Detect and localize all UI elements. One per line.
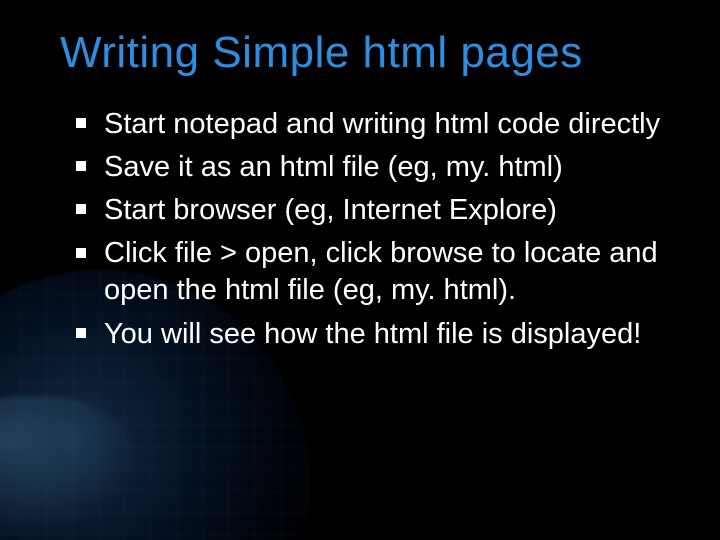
slide-title: Writing Simple html pages [0, 0, 720, 88]
list-item: Start browser (eg, Internet Explore) [70, 192, 664, 229]
list-item: Start notepad and writing html code dire… [70, 106, 664, 143]
list-item: Click file > open, click browse to locat… [70, 235, 664, 309]
bullet-text: You will see how the html file is displa… [104, 318, 641, 350]
slide-body: Start notepad and writing html code dire… [0, 88, 720, 353]
list-item: Save it as an html file (eg, my. html) [70, 149, 664, 186]
bullet-text: Click file > open, click browse to locat… [104, 237, 658, 306]
list-item: You will see how the html file is displa… [70, 316, 664, 353]
slide: Writing Simple html pages Start notepad … [0, 0, 720, 540]
bullet-list: Start notepad and writing html code dire… [70, 106, 664, 353]
bullet-text: Save it as an html file (eg, my. html) [104, 151, 563, 183]
bullet-text: Start notepad and writing html code dire… [104, 108, 660, 140]
bullet-text: Start browser (eg, Internet Explore) [104, 194, 557, 226]
